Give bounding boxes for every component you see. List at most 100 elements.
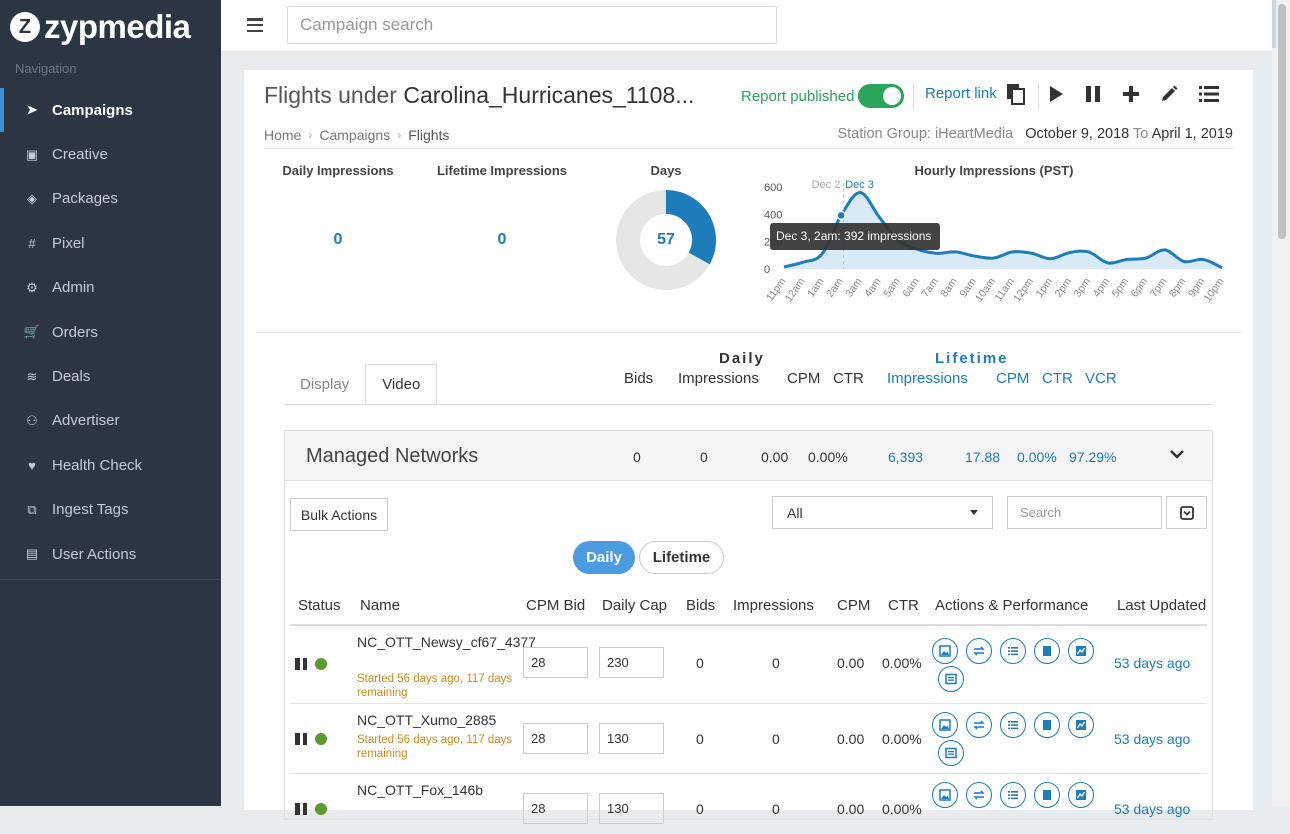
col-cpm[interactable]: CPM: [837, 597, 870, 614]
daily-cap-input[interactable]: 230: [599, 647, 664, 678]
tab-display[interactable]: Display: [284, 364, 365, 405]
chevron-down-icon[interactable]: [1167, 444, 1187, 464]
report-published-toggle[interactable]: [858, 84, 905, 108]
sidebar-item-deals[interactable]: ≋ Deals: [0, 354, 221, 398]
row-name[interactable]: NC_OTT_Fox_146b: [357, 781, 517, 799]
daily-toggle-pill[interactable]: Daily: [573, 541, 635, 574]
list-icon[interactable]: [1000, 638, 1026, 664]
report-icon[interactable]: [938, 666, 964, 692]
creative-image-icon[interactable]: [932, 712, 958, 738]
row-name[interactable]: NC_OTT_Xumo_2885: [357, 711, 517, 729]
col-daily-cap[interactable]: Daily Cap: [602, 597, 667, 614]
lifetime-group-header: Lifetime: [935, 350, 1009, 367]
daily-cap-input[interactable]: 130: [599, 793, 664, 824]
status-active-dot: [315, 803, 327, 815]
network-search-input[interactable]: [1007, 496, 1162, 529]
breadcrumb-campaigns[interactable]: Campaigns: [319, 127, 390, 143]
breadcrumb-flights: Flights: [408, 127, 450, 143]
sidebar-item-campaigns[interactable]: ➤ Campaigns: [0, 88, 221, 133]
marker-label: Dec 3: [845, 179, 874, 191]
report-icon[interactable]: [938, 740, 964, 766]
tab-video[interactable]: Video: [365, 364, 438, 405]
column-toggle-button[interactable]: [1166, 496, 1207, 529]
daily-cap-input[interactable]: 130: [599, 723, 664, 754]
col-name[interactable]: Name: [360, 597, 400, 614]
pause-icon[interactable]: [1081, 82, 1105, 106]
station-and-dates: Station Group: iHeartMedia October 9, 20…: [837, 126, 1233, 142]
creative-image-icon[interactable]: [932, 638, 958, 664]
exchange-icon[interactable]: [966, 638, 992, 664]
copy-icon[interactable]: [1034, 782, 1060, 808]
performance-chart-icon[interactable]: [1068, 712, 1094, 738]
sidebar-item-health-check[interactable]: ♥ Health Check: [0, 443, 221, 487]
creative-image-icon[interactable]: [932, 782, 958, 808]
lifetime-ctr-header: CTR: [1042, 370, 1073, 387]
col-impressions[interactable]: Impressions: [733, 597, 814, 614]
list-icon[interactable]: [1197, 82, 1221, 106]
add-icon[interactable]: [1119, 82, 1143, 106]
copy-icon[interactable]: [1034, 638, 1060, 664]
cart-icon: 🛒: [23, 324, 41, 340]
edit-pencil-icon[interactable]: [1157, 82, 1181, 106]
list-icon[interactable]: [1000, 782, 1026, 808]
performance-chart-icon[interactable]: [1068, 638, 1094, 664]
brand-logo[interactable]: Z zypmedia: [10, 8, 191, 46]
sidebar-item-admin[interactable]: ⚙ Admin: [0, 266, 221, 310]
row-name[interactable]: NC_OTT_Newsy_cf67_4377: [357, 633, 536, 651]
pause-icon[interactable]: [295, 733, 307, 745]
x-tick-label: 5pm: [1110, 276, 1132, 300]
y-tick-label: 600: [764, 182, 782, 194]
x-tick-label: 12am: [783, 276, 808, 305]
x-tick-label: 7am: [919, 276, 941, 300]
managed-lt-cpm: 17.88: [965, 449, 1001, 465]
copy-icon[interactable]: [1004, 82, 1028, 106]
sidebar-item-packages[interactable]: ◈ Packages: [0, 177, 221, 221]
sidebar-item-label: Campaigns: [52, 101, 133, 119]
pause-icon[interactable]: [295, 658, 307, 670]
performance-chart-icon[interactable]: [1068, 782, 1094, 808]
col-ctr[interactable]: CTR: [888, 597, 919, 614]
cpm-bid-input[interactable]: 28: [523, 723, 588, 754]
col-last-updated[interactable]: Last Updated: [1117, 597, 1207, 614]
cpm-bid-input[interactable]: 28: [523, 647, 588, 678]
exchange-icon[interactable]: [966, 782, 992, 808]
sidebar-item-ingest-tags[interactable]: ⧉ Ingest Tags: [0, 488, 221, 532]
row-cpm: 0.00: [837, 801, 865, 817]
sidebar-item-advertiser[interactable]: ⚇ Advertiser: [0, 399, 221, 443]
page-title: Flights under Carolina_Hurricanes_1108..…: [264, 82, 694, 109]
copy-icon[interactable]: [1034, 712, 1060, 738]
report-published-label: Report published: [741, 87, 855, 105]
row-last-updated[interactable]: 53 days ago: [1114, 655, 1190, 671]
lifetime-impressions-header: Impressions: [887, 370, 968, 387]
pause-icon[interactable]: [295, 803, 307, 815]
col-status[interactable]: Status: [298, 597, 341, 614]
play-icon[interactable]: [1044, 82, 1068, 106]
sidebar-item-pixel[interactable]: # Pixel: [0, 221, 221, 265]
sidebar-item-orders[interactable]: 🛒 Orders: [0, 310, 221, 354]
list-icon[interactable]: [1000, 712, 1026, 738]
col-cpm-bid[interactable]: CPM Bid: [526, 597, 585, 614]
managed-networks-header[interactable]: Managed Networks 0 0 0.00 0.00% 6,393 17…: [285, 431, 1212, 481]
sidebar-item-user-actions[interactable]: ▤ User Actions: [0, 532, 221, 576]
row-last-updated[interactable]: 53 days ago: [1114, 731, 1190, 747]
sidebar-item-label: Packages: [52, 190, 118, 208]
x-tick-label: 2pm: [1053, 276, 1075, 300]
breadcrumb-home[interactable]: Home: [264, 127, 301, 143]
daily-impressions-label: Daily Impressions: [282, 163, 394, 178]
menu-toggle-icon[interactable]: [247, 18, 263, 32]
nav-divider: [0, 579, 221, 580]
bulk-actions-button[interactable]: Bulk Actions: [290, 498, 388, 531]
lifetime-toggle-pill[interactable]: Lifetime: [639, 541, 724, 574]
scrollbar-thumb[interactable]: [1278, 4, 1286, 239]
exchange-icon[interactable]: [966, 712, 992, 738]
page-scrollbar[interactable]: [1272, 0, 1290, 806]
report-link[interactable]: Report link: [925, 85, 997, 102]
campaign-search-input[interactable]: [287, 6, 777, 44]
col-bids[interactable]: Bids: [686, 597, 715, 614]
filter-select[interactable]: All: [772, 496, 993, 529]
sidebar-item-creative[interactable]: ▣ Creative: [0, 132, 221, 176]
row-last-updated[interactable]: 53 days ago: [1114, 801, 1190, 817]
breadcrumb: Home › Campaigns › Flights: [264, 127, 449, 143]
toolbar-divider: [913, 82, 914, 108]
cpm-bid-input[interactable]: 28: [523, 793, 588, 824]
